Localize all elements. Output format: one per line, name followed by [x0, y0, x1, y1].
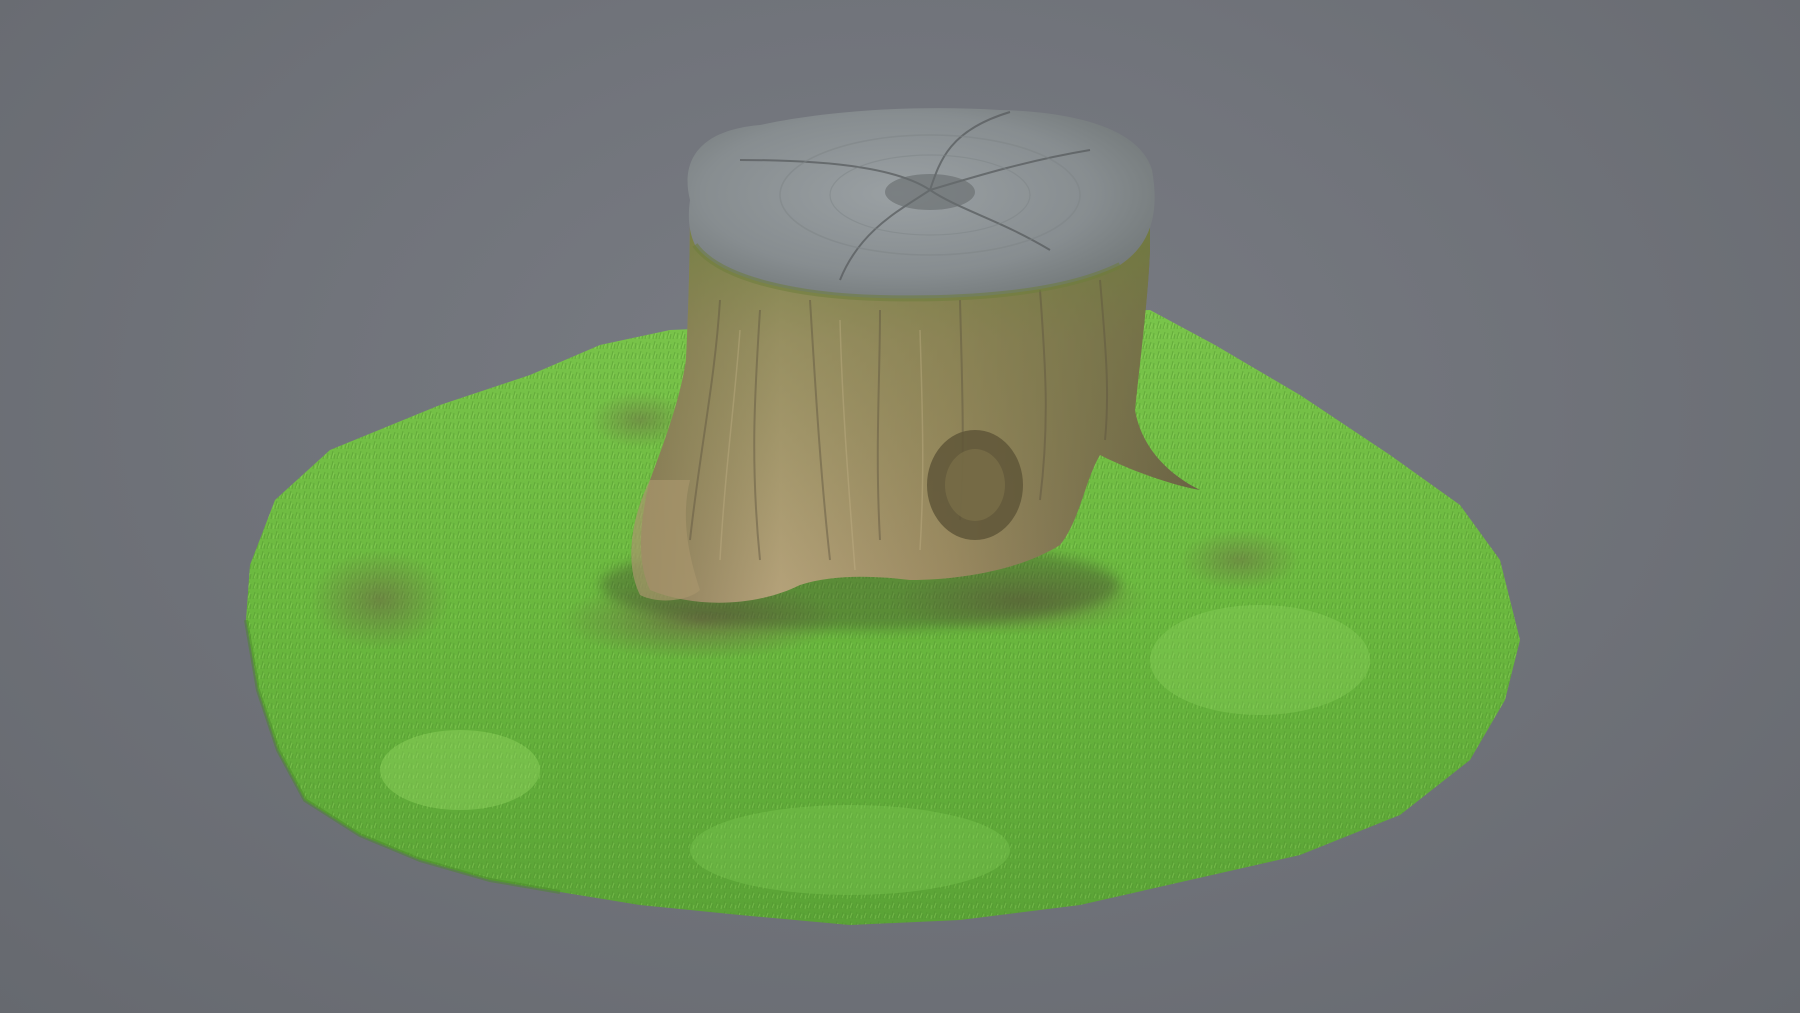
stump-model-render: [244, 108, 1520, 925]
3d-viewport[interactable]: [0, 0, 1800, 1013]
stump-top-face: [687, 108, 1155, 302]
